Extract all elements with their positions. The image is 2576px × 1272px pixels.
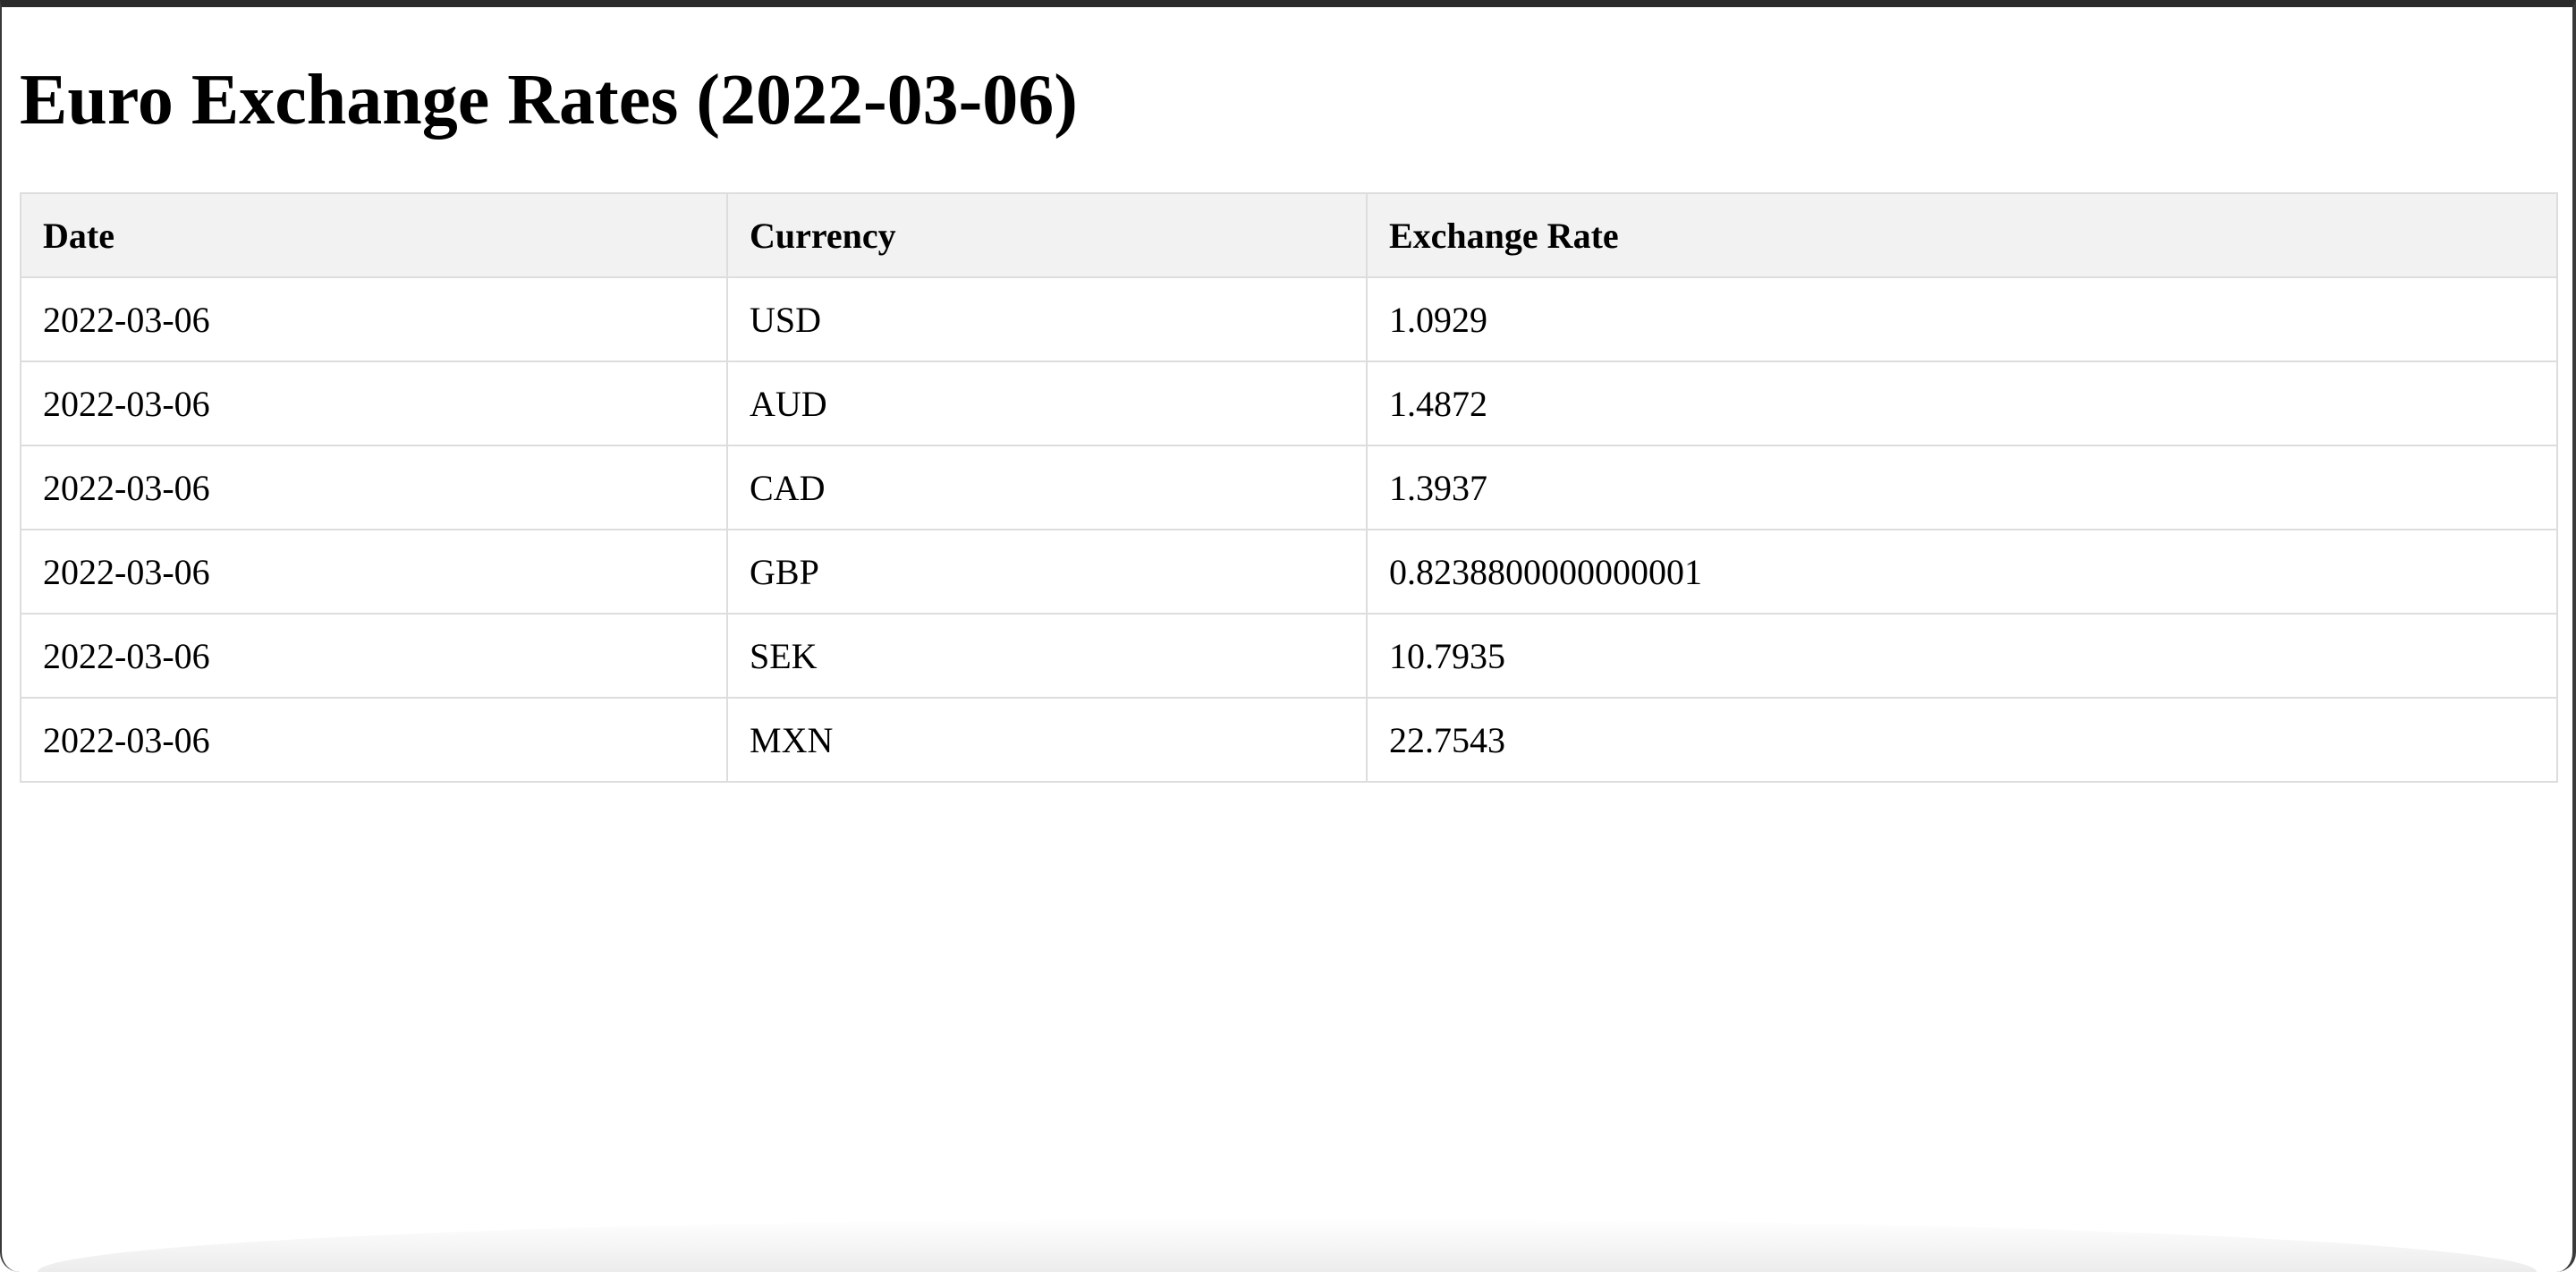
window-bottom-shadow xyxy=(38,1218,2537,1272)
cell-currency: MXN xyxy=(726,697,1368,783)
header-exchange-rate: Exchange Rate xyxy=(1366,192,2558,278)
cell-exchange-rate: 0.8238800000000001 xyxy=(1366,529,2558,615)
header-currency: Currency xyxy=(726,192,1368,278)
table-row: 2022-03-06 AUD 1.4872 xyxy=(20,360,2558,446)
browser-window: Euro Exchange Rates (2022-03-06) Date Cu… xyxy=(0,0,2576,1272)
cell-exchange-rate: 1.0929 xyxy=(1366,276,2558,362)
cell-date: 2022-03-06 xyxy=(20,697,728,783)
table-row: 2022-03-06 SEK 10.7935 xyxy=(20,613,2558,699)
table-header-row: Date Currency Exchange Rate xyxy=(20,192,2558,278)
exchange-rates-table: Date Currency Exchange Rate 2022-03-06 U… xyxy=(20,192,2558,783)
cell-currency: SEK xyxy=(726,613,1368,699)
table-row: 2022-03-06 MXN 22.7543 xyxy=(20,697,2558,783)
cell-currency: CAD xyxy=(726,445,1368,530)
header-date: Date xyxy=(20,192,728,278)
cell-exchange-rate: 1.3937 xyxy=(1366,445,2558,530)
table-row: 2022-03-06 CAD 1.3937 xyxy=(20,445,2558,530)
cell-currency: GBP xyxy=(726,529,1368,615)
cell-exchange-rate: 10.7935 xyxy=(1366,613,2558,699)
cell-currency: USD xyxy=(726,276,1368,362)
page-title: Euro Exchange Rates (2022-03-06) xyxy=(20,61,1078,140)
cell-currency: AUD xyxy=(726,360,1368,446)
cell-date: 2022-03-06 xyxy=(20,276,728,362)
cell-date: 2022-03-06 xyxy=(20,445,728,530)
table-row: 2022-03-06 GBP 0.8238800000000001 xyxy=(20,529,2558,615)
cell-date: 2022-03-06 xyxy=(20,360,728,446)
cell-date: 2022-03-06 xyxy=(20,529,728,615)
cell-exchange-rate: 1.4872 xyxy=(1366,360,2558,446)
cell-date: 2022-03-06 xyxy=(20,613,728,699)
table-row: 2022-03-06 USD 1.0929 xyxy=(20,276,2558,362)
cell-exchange-rate: 22.7543 xyxy=(1366,697,2558,783)
